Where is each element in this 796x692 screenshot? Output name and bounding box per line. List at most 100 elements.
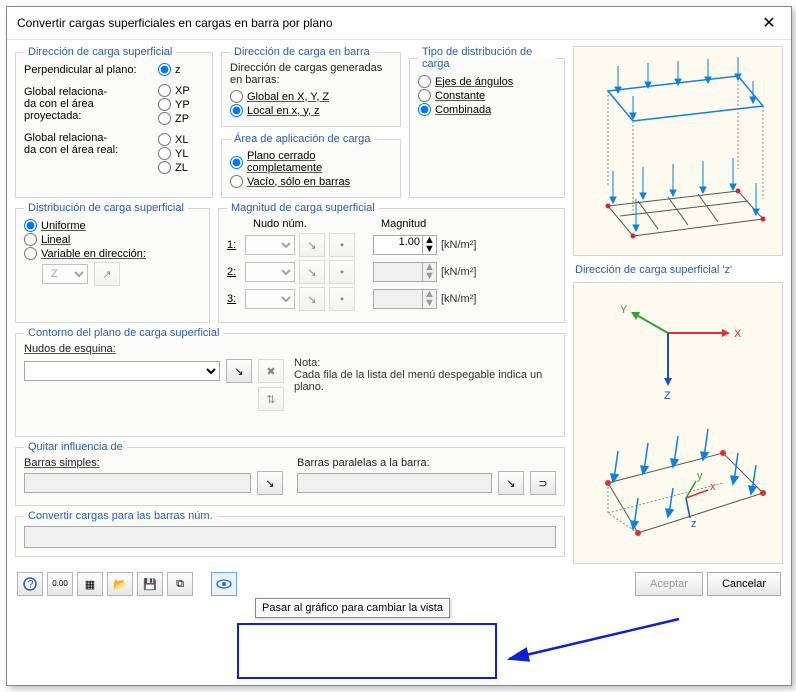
legend: Contorno del plano de carga superficial bbox=[24, 327, 223, 339]
radio-constant[interactable] bbox=[418, 89, 431, 102]
radio-uniform[interactable] bbox=[24, 219, 37, 232]
close-icon[interactable]: ✕ bbox=[757, 13, 781, 33]
sublabel: Dirección de cargas generadas en barras: bbox=[230, 62, 392, 86]
legend: Dirección de carga en barra bbox=[230, 46, 374, 58]
svg-text:y: y bbox=[697, 470, 703, 482]
group-direction-surface: Dirección de carga superficial Perpendic… bbox=[15, 46, 213, 198]
pick-node-icon: ↘ bbox=[299, 287, 325, 311]
node-select-1[interactable] bbox=[245, 235, 295, 255]
pick-parallel-icon[interactable]: ↘ bbox=[498, 471, 524, 495]
group-application-area: Área de aplicación de carga Plano cerrad… bbox=[221, 133, 401, 198]
group-remove-influence: Quitar influencia de Barras simples: ↘ B… bbox=[15, 441, 565, 506]
legend: Dirección de carga superficial bbox=[24, 46, 176, 58]
annotation-highlight bbox=[237, 623, 497, 679]
svg-text:?: ? bbox=[28, 579, 34, 591]
col-node: Nudo núm. bbox=[227, 218, 347, 230]
note-title: Nota: bbox=[294, 357, 556, 369]
member-info-icon[interactable]: ⧉ bbox=[167, 572, 193, 596]
unit: [kN/m²] bbox=[441, 266, 476, 278]
radio-combined[interactable] bbox=[418, 103, 431, 116]
annotation-arrow-icon bbox=[499, 611, 689, 671]
cancel-button[interactable]: Cancelar bbox=[707, 572, 781, 596]
group-distribution-type: Tipo de distribución de carga Ejes de án… bbox=[409, 46, 565, 198]
svg-text:z: z bbox=[691, 518, 697, 530]
legend: Distribución de carga superficial bbox=[24, 202, 188, 214]
magnitude-input-2: ▲▼ bbox=[373, 262, 437, 282]
legend: Convertir cargas para las barras núm. bbox=[24, 510, 217, 522]
magnitude-input-1[interactable]: 1.00▲▼ bbox=[373, 235, 437, 255]
unit: [kN/m²] bbox=[441, 293, 476, 305]
import-icon[interactable]: 📂 bbox=[107, 572, 133, 596]
svg-text:x: x bbox=[710, 481, 716, 493]
pick-node2-icon: ⬩ bbox=[329, 287, 355, 311]
svg-text:Y: Y bbox=[620, 304, 628, 316]
radio-zp[interactable] bbox=[158, 112, 171, 125]
magnitude-input-3: ▲▼ bbox=[373, 289, 437, 309]
node-select-3[interactable] bbox=[245, 289, 295, 309]
radio-local-xyz[interactable] bbox=[230, 104, 243, 117]
eye-tooltip: Pasar al gráfico para cambiar la vista bbox=[255, 598, 450, 618]
preview-caption: Dirección de carga superficial 'z' bbox=[573, 262, 783, 276]
radio-closed-plane[interactable] bbox=[230, 156, 243, 169]
group-contour: Contorno del plano de carga superficial … bbox=[15, 327, 565, 437]
radio-yp[interactable] bbox=[158, 98, 171, 111]
legend: Quitar influencia de bbox=[24, 441, 127, 453]
label-proj: Global relaciona- da con el área proyect… bbox=[24, 86, 152, 122]
radio-z[interactable] bbox=[158, 63, 171, 76]
corner-nodes-select[interactable] bbox=[24, 361, 220, 381]
radio-variable[interactable] bbox=[24, 247, 37, 260]
svg-text:X: X bbox=[734, 328, 742, 340]
svg-text:Z: Z bbox=[664, 390, 671, 402]
input-parallel-members[interactable] bbox=[297, 473, 492, 493]
group-distribution-surface: Distribución de carga superficial Unifor… bbox=[15, 202, 210, 323]
pick-simple-icon[interactable]: ↘ bbox=[257, 471, 283, 495]
radio-yl[interactable] bbox=[158, 147, 171, 160]
dialog-convert-loads: Convertir cargas superficiales en cargas… bbox=[6, 6, 792, 686]
group-magnitude: Magnitud de carga superficial Nudo núm. … bbox=[218, 202, 565, 323]
label-simple-members: Barras simples: bbox=[24, 457, 283, 469]
pick-axis-icon: ↗ bbox=[94, 262, 120, 286]
legend: Área de aplicación de carga bbox=[230, 133, 374, 145]
label-real: Global relaciona- da con el área real: bbox=[24, 132, 152, 156]
radio-global-xyz[interactable] bbox=[230, 90, 243, 103]
legend: Magnitud de carga superficial bbox=[227, 202, 379, 214]
title-bar: Convertir cargas superficiales en cargas… bbox=[7, 7, 791, 40]
legend: Tipo de distribución de carga bbox=[418, 46, 556, 70]
node-select-2[interactable] bbox=[245, 262, 295, 282]
input-simple-members[interactable] bbox=[24, 473, 251, 493]
window-title: Convertir cargas superficiales en cargas… bbox=[17, 16, 333, 30]
eye-toggle-icon[interactable] bbox=[211, 572, 237, 596]
pick-node-icon: ↘ bbox=[299, 260, 325, 284]
note-text: Cada fila de la lista del menú despegabl… bbox=[294, 369, 556, 393]
radio-xl[interactable] bbox=[158, 133, 171, 146]
pick-node-icon: ↘ bbox=[299, 233, 325, 257]
delete-corner-icon: ✖ bbox=[258, 359, 284, 383]
parallel-extra-icon[interactable]: ⊃ bbox=[530, 471, 556, 495]
radio-zl[interactable] bbox=[158, 161, 171, 174]
label-perp: Perpendicular al plano: bbox=[24, 64, 152, 76]
select-axis[interactable]: Z bbox=[42, 264, 88, 284]
bottom-toolbar: ? 0.00 ▦ 📂 💾 ⧉ Aceptar Cancelar Pasar al… bbox=[7, 568, 791, 604]
radio-xp[interactable] bbox=[158, 84, 171, 97]
preview-bottom-diagram: X Y Z bbox=[573, 282, 783, 564]
tolerance-icon[interactable]: ▦ bbox=[77, 572, 103, 596]
preview-top-diagram bbox=[573, 46, 783, 256]
ok-button[interactable]: Aceptar bbox=[635, 572, 703, 596]
reorder-icon: ⇅ bbox=[258, 387, 284, 411]
label-corner-nodes: Nudos de esquina: bbox=[24, 343, 556, 355]
save-icon[interactable]: 💾 bbox=[137, 572, 163, 596]
unit: [kN/m²] bbox=[441, 239, 476, 251]
pick-node2-icon: ⬩ bbox=[329, 233, 355, 257]
radio-axes[interactable] bbox=[418, 75, 431, 88]
help-icon[interactable]: ? bbox=[17, 572, 43, 596]
pick-node2-icon: ⬩ bbox=[329, 260, 355, 284]
convert-output bbox=[24, 526, 556, 548]
label-parallel-members: Barras paralelas a la barra: bbox=[297, 457, 556, 469]
radio-linear[interactable] bbox=[24, 233, 37, 246]
group-convert: Convertir cargas para las barras núm. bbox=[15, 510, 565, 557]
group-direction-member: Dirección de carga en barra Dirección de… bbox=[221, 46, 401, 127]
col-magnitude: Magnitud bbox=[347, 218, 426, 230]
radio-void-members[interactable] bbox=[230, 175, 243, 188]
units-icon[interactable]: 0.00 bbox=[47, 572, 73, 596]
pick-corner-icon[interactable]: ↘ bbox=[226, 359, 252, 383]
